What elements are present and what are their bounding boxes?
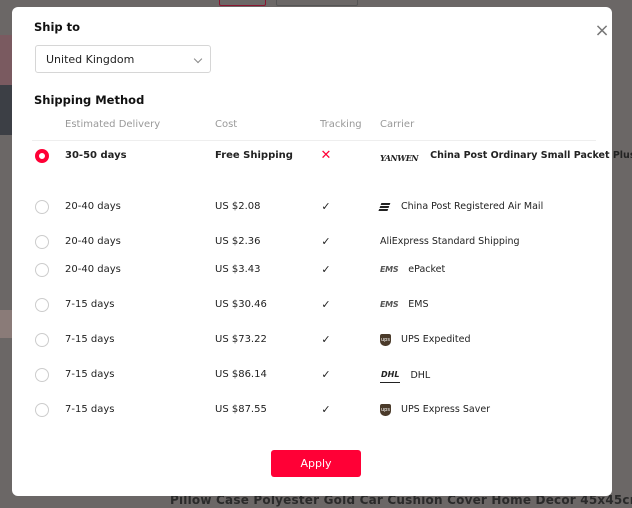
carrier: EMS EMS xyxy=(380,298,429,312)
radio-button[interactable] xyxy=(35,403,49,417)
carrier: AliExpress Standard Shipping xyxy=(380,235,520,249)
estimated-delivery: 7-15 days xyxy=(65,404,115,415)
close-icon: × xyxy=(594,20,610,41)
ems-logo-icon: EMS xyxy=(380,300,399,309)
carrier: ups UPS Express Saver xyxy=(380,403,490,417)
column-header-cost: Cost xyxy=(215,119,238,130)
cost: US $30.46 xyxy=(215,299,267,310)
country-select[interactable]: United Kingdom xyxy=(35,45,211,73)
chevron-down-icon xyxy=(193,54,203,64)
estimated-delivery: 20-40 days xyxy=(65,201,121,212)
ems-logo-icon: EMS xyxy=(380,265,399,274)
carrier-name: UPS Express Saver xyxy=(401,404,491,415)
background-thumbnail xyxy=(0,310,12,338)
column-header-estimated-delivery: Estimated Delivery xyxy=(65,119,161,130)
carrier-name: China Post Registered Air Mail xyxy=(401,201,544,212)
cost: US $87.55 xyxy=(215,404,267,415)
carrier: China Post Registered Air Mail xyxy=(380,200,543,214)
country-select-value: United Kingdom xyxy=(46,53,135,66)
radio-button[interactable] xyxy=(35,368,49,382)
tracking-check-icon: ✓ xyxy=(321,235,331,248)
ship-to-label: Ship to xyxy=(34,20,81,34)
cost: US $73.22 xyxy=(215,334,267,345)
radio-button[interactable] xyxy=(35,333,49,347)
radio-button[interactable] xyxy=(35,200,49,214)
carrier-name: UPS Expedited xyxy=(401,334,471,345)
tracking-check-icon: ✓ xyxy=(321,263,331,276)
cost: US $2.36 xyxy=(215,236,261,247)
radio-button[interactable] xyxy=(35,263,49,277)
carrier-name: China Post Ordinary Small Packet Plus xyxy=(430,150,632,161)
estimated-delivery: 20-40 days xyxy=(65,264,121,275)
ups-logo-icon: ups xyxy=(380,404,391,416)
cost: US $86.14 xyxy=(215,369,267,380)
yanwen-logo-icon: YANWEN xyxy=(380,152,419,163)
estimated-delivery: 30-50 days xyxy=(65,150,127,161)
shipping-method-label: Shipping Method xyxy=(34,93,145,107)
estimated-delivery: 7-15 days xyxy=(65,369,115,380)
estimated-delivery: 20-40 days xyxy=(65,236,121,247)
carrier: EMS ePacket xyxy=(380,263,445,277)
carrier: DHL DHL xyxy=(380,368,430,383)
shipping-modal: × Ship to United Kingdom Shipping Method… xyxy=(12,7,632,496)
estimated-delivery: 7-15 days xyxy=(65,299,115,310)
carrier-name: EMS xyxy=(408,299,429,310)
background-product-image xyxy=(0,85,12,135)
china-post-logo-icon xyxy=(380,202,391,212)
estimated-delivery: 7-15 days xyxy=(65,334,115,345)
column-header-tracking: Tracking xyxy=(320,119,362,130)
tracking-check-icon: ✓ xyxy=(321,368,331,381)
column-header-carrier: Carrier xyxy=(380,119,415,130)
divider xyxy=(32,140,596,141)
background-tab xyxy=(276,0,358,6)
carrier-name: DHL xyxy=(410,369,431,381)
dhl-logo-icon: DHL xyxy=(380,368,401,383)
ups-logo-icon: ups xyxy=(380,334,391,346)
tracking-check-icon: ✓ xyxy=(321,298,331,311)
no-tracking-icon: ✕ xyxy=(320,148,332,163)
carrier-name: ePacket xyxy=(408,264,446,275)
cost: US $3.43 xyxy=(215,264,261,275)
close-button[interactable]: × xyxy=(594,20,610,41)
cost: US $2.08 xyxy=(215,201,261,212)
carrier-name: AliExpress Standard Shipping xyxy=(380,236,520,247)
background-product-image xyxy=(0,35,12,85)
radio-button[interactable] xyxy=(35,298,49,312)
tracking-check-icon: ✓ xyxy=(321,403,331,416)
cost: Free Shipping xyxy=(215,150,293,161)
tracking-check-icon: ✓ xyxy=(321,200,331,213)
apply-button[interactable]: Apply xyxy=(271,450,361,477)
radio-button[interactable] xyxy=(35,235,49,249)
carrier: YANWEN China Post Ordinary Small Packet … xyxy=(380,149,632,166)
radio-button-selected[interactable] xyxy=(35,149,49,163)
carrier: ups UPS Expedited xyxy=(380,333,471,347)
background-tab xyxy=(219,0,266,6)
tracking-check-icon: ✓ xyxy=(321,333,331,346)
